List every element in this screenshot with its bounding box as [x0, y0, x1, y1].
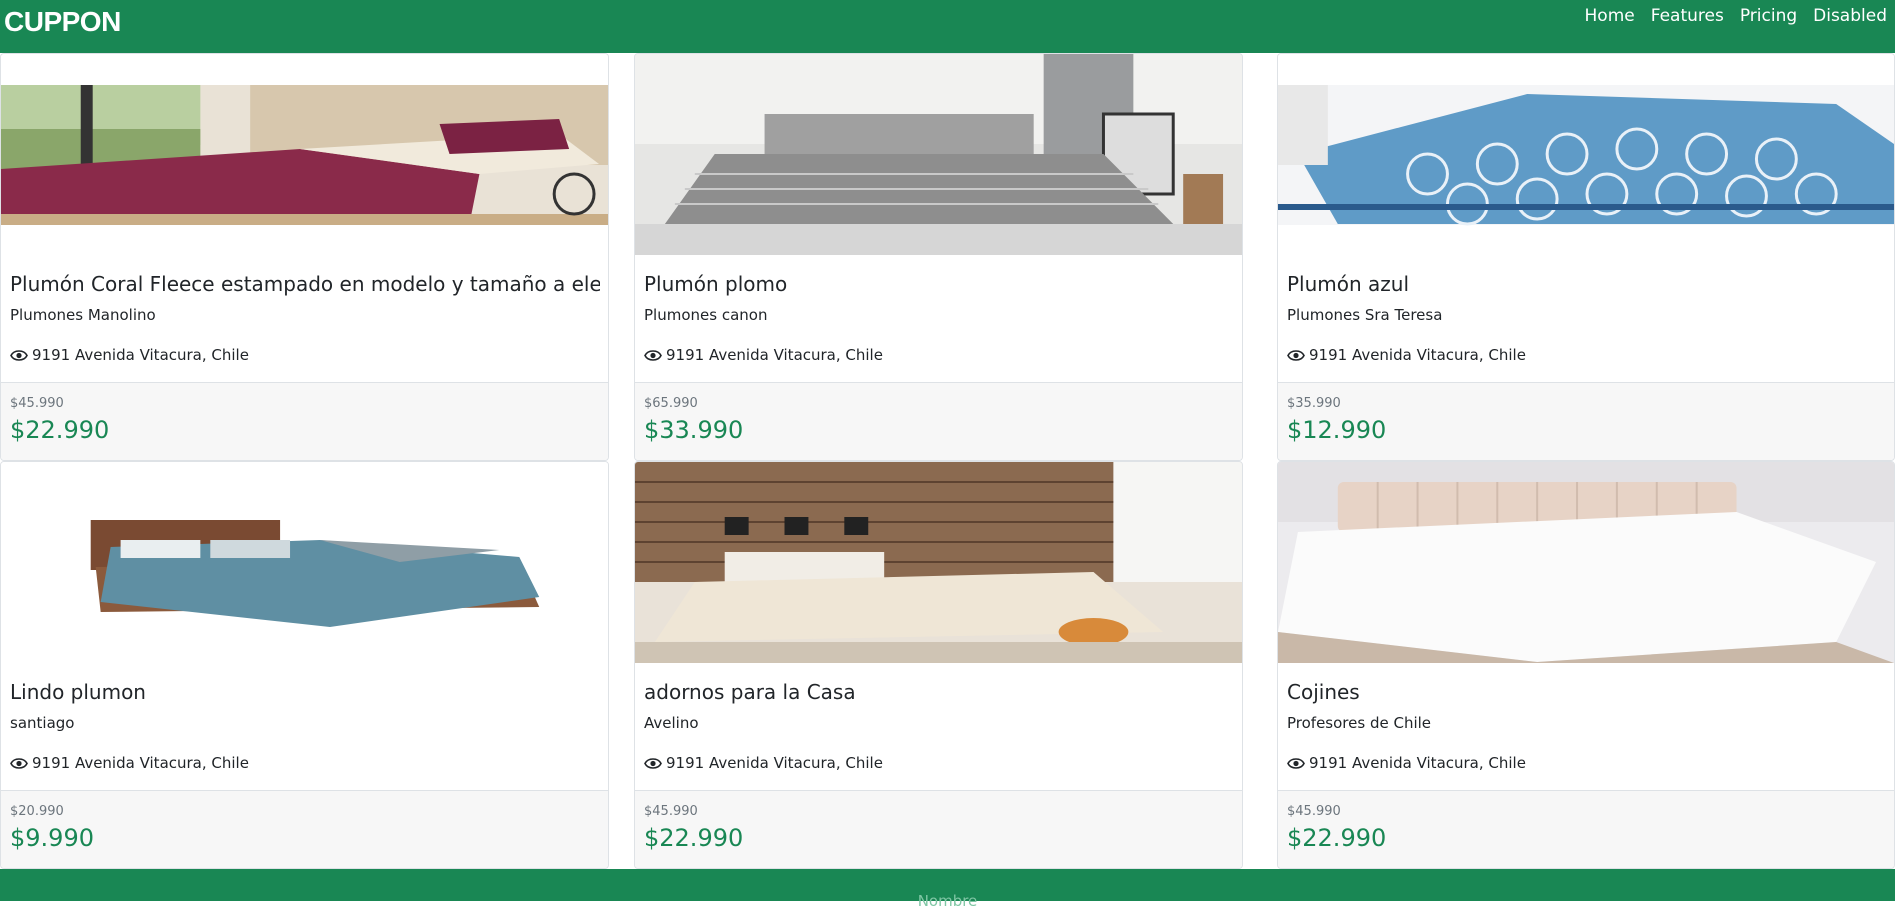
location: 9191 Avenida Vitacura, Chile [10, 754, 249, 772]
price: $12.990 [1287, 416, 1387, 444]
product-title[interactable]: Plumón Coral Fleece estampado en modelo … [10, 272, 600, 296]
brand-logo[interactable]: CUPPON [4, 6, 121, 38]
nav-links: Home Features Pricing Disabled [1577, 6, 1895, 26]
card-footer: $65.990 $33.990 [635, 382, 1242, 460]
navbar: CUPPON Home Features Pricing Disabled [0, 0, 1895, 53]
nav-pricing[interactable]: Pricing [1732, 6, 1805, 26]
card-footer: $20.990 $9.990 [1, 790, 608, 868]
card-footer: $45.990 $22.990 [1, 382, 608, 460]
price: $22.990 [1287, 824, 1387, 852]
location-text: 9191 Avenida Vitacura, Chile [1309, 754, 1526, 772]
eye-icon [1287, 349, 1305, 361]
location-text: 9191 Avenida Vitacura, Chile [1309, 346, 1526, 364]
price: $22.990 [10, 416, 110, 444]
location: 9191 Avenida Vitacura, Chile [644, 754, 883, 772]
eye-icon [10, 757, 28, 769]
product-image[interactable] [1278, 462, 1894, 663]
page-footer: Nombre [0, 869, 1895, 910]
store-name: Plumones canon [644, 306, 768, 324]
store-name: santiago [10, 714, 75, 732]
card-footer: $45.990 $22.990 [1278, 790, 1894, 868]
old-price: $35.990 [1287, 396, 1341, 411]
product-image[interactable] [635, 54, 1242, 255]
old-price: $20.990 [10, 804, 64, 819]
store-name: Plumones Sra Teresa [1287, 306, 1443, 324]
eye-icon [10, 349, 28, 361]
location: 9191 Avenida Vitacura, Chile [644, 346, 883, 364]
price: $33.990 [644, 416, 744, 444]
product-grid: Plumón Coral Fleece estampado en modelo … [0, 53, 1895, 869]
store-name: Plumones Manolino [10, 306, 156, 324]
old-price: $45.990 [1287, 804, 1341, 819]
price: $22.990 [644, 824, 744, 852]
old-price: $45.990 [644, 804, 698, 819]
eye-icon [1287, 757, 1305, 769]
product-title[interactable]: Cojines [1287, 680, 1877, 704]
location: 9191 Avenida Vitacura, Chile [1287, 346, 1526, 364]
price: $9.990 [10, 824, 94, 852]
product-title[interactable]: Plumón azul [1287, 272, 1877, 296]
product-title[interactable]: Plumón plomo [644, 272, 1234, 296]
product-image[interactable] [1, 462, 608, 663]
old-price: $65.990 [644, 396, 698, 411]
eye-icon [644, 349, 662, 361]
product-card[interactable]: Plumón azul Plumones Sra Teresa 9191 Ave… [1277, 53, 1895, 461]
product-card[interactable]: Plumón plomo Plumones canon 9191 Avenida… [634, 53, 1243, 461]
location-text: 9191 Avenida Vitacura, Chile [32, 754, 249, 772]
footer-text: Nombre [917, 892, 978, 910]
location-text: 9191 Avenida Vitacura, Chile [666, 346, 883, 364]
nav-disabled[interactable]: Disabled [1805, 6, 1895, 26]
product-image[interactable] [1, 54, 608, 255]
product-title[interactable]: adornos para la Casa [644, 680, 1234, 704]
product-title[interactable]: Lindo plumon [10, 680, 600, 704]
eye-icon [644, 757, 662, 769]
product-card[interactable]: Lindo plumon santiago 9191 Avenida Vitac… [0, 461, 609, 869]
card-footer: $35.990 $12.990 [1278, 382, 1894, 460]
store-name: Profesores de Chile [1287, 714, 1432, 732]
card-footer: $45.990 $22.990 [635, 790, 1242, 868]
store-name: Avelino [644, 714, 699, 732]
location: 9191 Avenida Vitacura, Chile [10, 346, 249, 364]
product-card[interactable]: Cojines Profesores de Chile 9191 Avenida… [1277, 461, 1895, 869]
product-card[interactable]: adornos para la Casa Avelino 9191 Avenid… [634, 461, 1243, 869]
location-text: 9191 Avenida Vitacura, Chile [32, 346, 249, 364]
nav-features[interactable]: Features [1643, 6, 1732, 26]
product-card[interactable]: Plumón Coral Fleece estampado en modelo … [0, 53, 609, 461]
location: 9191 Avenida Vitacura, Chile [1287, 754, 1526, 772]
product-image[interactable] [1278, 54, 1894, 255]
nav-home[interactable]: Home [1577, 6, 1643, 26]
old-price: $45.990 [10, 396, 64, 411]
location-text: 9191 Avenida Vitacura, Chile [666, 754, 883, 772]
product-image[interactable] [635, 462, 1242, 663]
